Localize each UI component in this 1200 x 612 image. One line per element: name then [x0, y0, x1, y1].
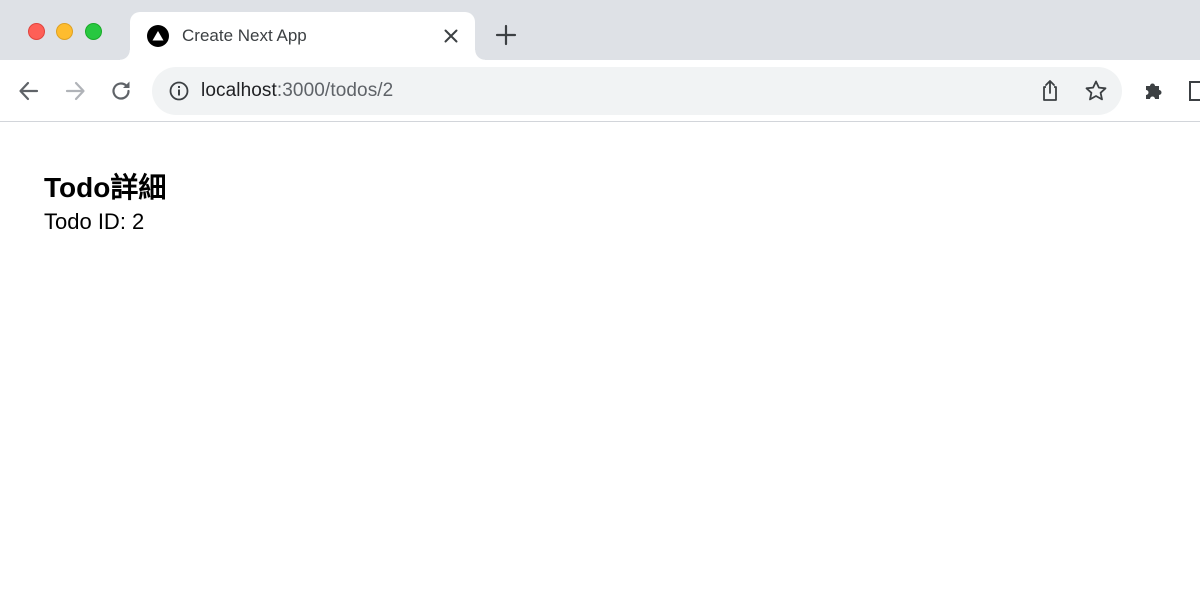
tab-strip: Create Next App — [0, 0, 1200, 60]
arrow-left-icon[interactable] — [16, 78, 42, 104]
browser-window: Create Next App localhost:3000/todos/2 T… — [0, 0, 1200, 612]
browser-toolbar: localhost:3000/todos/2 — [0, 60, 1200, 122]
plus-icon[interactable] — [495, 24, 517, 46]
puzzle-icon[interactable] — [1142, 79, 1166, 103]
url-text[interactable]: localhost:3000/todos/2 — [201, 80, 393, 102]
address-bar[interactable]: localhost:3000/todos/2 — [152, 67, 1122, 115]
star-icon[interactable] — [1084, 79, 1108, 103]
arrow-right-icon[interactable] — [62, 78, 88, 104]
minimize-window-button[interactable] — [56, 23, 73, 40]
todo-id-text: Todo ID: 2 — [44, 209, 145, 234]
page-title: Todo詳細 — [44, 172, 167, 203]
share-icon[interactable] — [1038, 78, 1062, 104]
url-path: :3000/todos/2 — [276, 80, 394, 101]
zoom-window-button[interactable] — [85, 23, 102, 40]
close-window-button[interactable] — [28, 23, 45, 40]
nextjs-triangle-icon — [147, 25, 169, 47]
reload-icon[interactable] — [108, 78, 134, 104]
close-icon[interactable] — [442, 27, 460, 45]
url-host: localhost — [201, 80, 277, 101]
side-panel-icon[interactable] — [1188, 80, 1200, 102]
info-icon[interactable] — [168, 80, 190, 102]
page-content: Todo詳細 Todo ID: 2 — [44, 170, 166, 238]
tab-title: Create Next App — [182, 26, 307, 45]
tab-create-next-app[interactable]: Create Next App — [120, 12, 485, 60]
